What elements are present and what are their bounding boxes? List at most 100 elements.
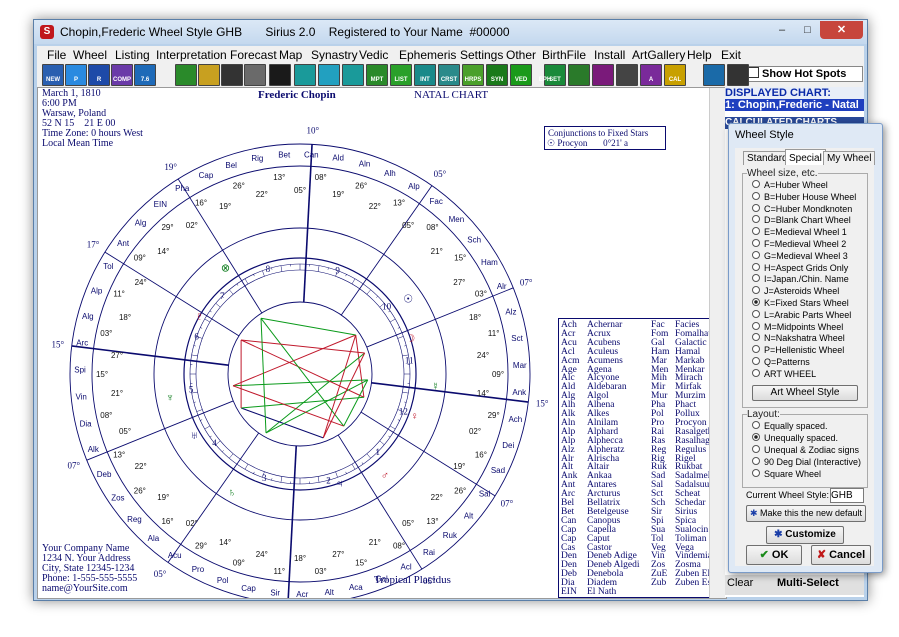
ok-button[interactable]: ✔ OK <box>746 545 802 565</box>
wheel-ring <box>195 269 405 479</box>
star-degree-label: 03° <box>100 329 112 338</box>
clear-button[interactable]: Clear <box>727 577 753 589</box>
toolbar-button-9[interactable] <box>244 64 266 86</box>
star-degree-label: 09° <box>233 558 245 567</box>
layout-option-radio[interactable]: Equally spaced. <box>752 421 828 432</box>
menu-help[interactable]: Help <box>687 48 712 62</box>
menu-map[interactable]: Map <box>279 48 302 62</box>
cusp-degree: 07° <box>501 498 514 508</box>
degree-tick <box>236 283 239 286</box>
menu-file[interactable]: File <box>47 48 66 62</box>
wheel-option-radio[interactable]: G=Medieval Wheel 3 <box>752 250 848 262</box>
menu-install[interactable]: Install <box>594 48 625 62</box>
toolbar-button-22[interactable] <box>568 64 590 86</box>
maximize-button[interactable]: □ <box>795 21 820 39</box>
natal-chart-wheel[interactable]: 91011121234567810°05°07°15°07°05°10°05°0… <box>38 88 558 598</box>
degree-tick <box>222 450 224 452</box>
radio-circle-icon <box>752 250 760 259</box>
minimize-button[interactable]: – <box>769 21 795 39</box>
toolbar-button-7[interactable] <box>198 64 220 86</box>
title-bar[interactable]: S Chopin,Frederic Wheel Style GHB Sirius… <box>34 20 867 44</box>
wheel-option-radio[interactable]: B=Huber House Wheel <box>752 191 856 203</box>
fixed-star-label: Pha <box>175 184 190 193</box>
wheel-option-radio[interactable]: Q=Patterns <box>752 357 810 368</box>
toolbar-button-24[interactable] <box>616 64 638 86</box>
wheel-option-radio[interactable]: ART WHEEL <box>752 368 816 380</box>
star-degree-label: 14° <box>157 247 169 256</box>
toolbar-label: 7.6 <box>140 77 150 83</box>
menu-settings[interactable]: Settings <box>460 48 503 62</box>
toolbar-button-12[interactable] <box>318 64 340 86</box>
aspect-line <box>232 334 356 387</box>
wheel-option-radio[interactable]: I=Japan./Chin. Name <box>752 274 849 285</box>
cusp-degree: 15° <box>52 339 65 349</box>
degree-tick <box>200 327 203 329</box>
fixed-star-label: Sch <box>467 236 481 245</box>
wheel-option-radio[interactable]: K=Fixed Stars Wheel <box>752 298 849 309</box>
wheel-option-radio[interactable]: A=Huber Wheel <box>752 180 828 191</box>
wheel-option-radio[interactable]: H=Aspect Grids Only <box>752 262 848 274</box>
wheel-option-radio[interactable]: C=Huber Mondknoten <box>752 203 852 215</box>
menu-ephemeris[interactable]: Ephemeris <box>399 48 456 62</box>
layout-group-label: Layout: <box>747 409 780 420</box>
toolbar-button-27[interactable] <box>703 64 725 86</box>
house-cusp-line <box>167 432 260 563</box>
star-degree-label: 22° <box>431 493 443 502</box>
menu-birthfile[interactable]: BirthFile <box>542 48 586 62</box>
layout-option-radio[interactable]: Square Wheel <box>752 469 821 480</box>
make-default-button[interactable]: ✱ Make this the new default <box>746 505 866 522</box>
menu-interpretation[interactable]: Interpretation <box>156 48 227 62</box>
wheel-option-radio[interactable]: L=Arabic Parts Wheel <box>752 309 851 321</box>
wheel-option-radio[interactable]: M=Midpoints Wheel <box>752 321 843 333</box>
star-degree-label: 05° <box>119 427 131 436</box>
menu-listing[interactable]: Listing <box>115 48 150 62</box>
menu-forecast[interactable]: Forecast <box>230 48 277 62</box>
wheel-option-radio[interactable]: N=Nakshatra Wheel <box>752 333 845 344</box>
menu-artgallery[interactable]: ArtGallery <box>632 48 685 62</box>
menu-other[interactable]: Other <box>506 48 536 62</box>
wheel-option-radio[interactable]: D=Blank Chart Wheel <box>752 215 851 226</box>
app-icon[interactable]: S <box>40 25 54 39</box>
toolbar-button-13[interactable] <box>342 64 364 86</box>
show-hot-spots-checkbox[interactable]: Show Hot Spots <box>743 66 863 82</box>
layout-option-radio[interactable]: Unequally spaced. <box>752 433 838 444</box>
multi-select-button[interactable]: Multi-Select <box>777 577 839 589</box>
wheel-option-radio[interactable]: P=Hellenistic Wheel <box>752 345 844 356</box>
fixed-star-label: Tol <box>103 262 113 271</box>
menu-exit[interactable]: Exit <box>721 48 741 62</box>
menu-synastry[interactable]: Synastry <box>311 48 358 62</box>
art-wheel-style-button[interactable]: Art Wheel Style <box>752 385 858 401</box>
degree-tick <box>317 265 320 272</box>
layout-option-radio[interactable]: 90 Deg Dial (Interactive) <box>752 457 861 468</box>
star-degree-label: 26° <box>355 182 367 191</box>
current-wheel-style-input[interactable]: GHB <box>830 488 864 503</box>
star-degree-label: 13° <box>393 199 405 208</box>
tab-my-wheel[interactable]: My Wheel <box>823 151 876 165</box>
menu-wheel[interactable]: Wheel <box>73 48 107 62</box>
displayed-chart-item[interactable]: 1: Chopin,Frederic - Natal <box>725 99 864 111</box>
aspect-line <box>241 339 365 354</box>
menu-vedic[interactable]: Vedic <box>359 48 388 62</box>
wheel-option-label: I=Japan./Chin. Name <box>764 274 849 285</box>
wheel-option-radio[interactable]: J=Asteroids Wheel <box>752 286 839 297</box>
wheel-option-radio[interactable]: F=Medieval Wheel 2 <box>752 239 846 250</box>
vertical-scrollbar[interactable] <box>709 88 726 598</box>
fixed-star-label: Men <box>449 215 465 224</box>
close-button[interactable]: ✕ <box>820 21 863 39</box>
window-title: Chopin,Frederic Wheel Style GHB Sirius 2… <box>60 25 510 39</box>
toolbar-button-11[interactable] <box>294 64 316 86</box>
star-degree-label: 27° <box>332 550 344 559</box>
toolbar-button-8[interactable] <box>221 64 243 86</box>
layout-option-radio[interactable]: Unequal & Zodiac signs <box>752 445 859 456</box>
customize-button[interactable]: ✱ Customize <box>766 526 844 544</box>
toolbar-button-6[interactable] <box>175 64 197 86</box>
toolbar-button-28[interactable] <box>727 64 749 86</box>
degree-tick <box>379 440 385 445</box>
wheel-option-radio[interactable]: E=Medieval Wheel 1 <box>752 227 847 238</box>
toolbar-button-23[interactable] <box>592 64 614 86</box>
tab-special[interactable]: Special <box>785 149 826 165</box>
fixed-star-label: Pro <box>192 565 205 574</box>
toolbar-button-10[interactable] <box>269 64 291 86</box>
cancel-button[interactable]: ✘ Cancel <box>811 545 871 565</box>
fixed-star-label: Sct <box>511 334 523 343</box>
